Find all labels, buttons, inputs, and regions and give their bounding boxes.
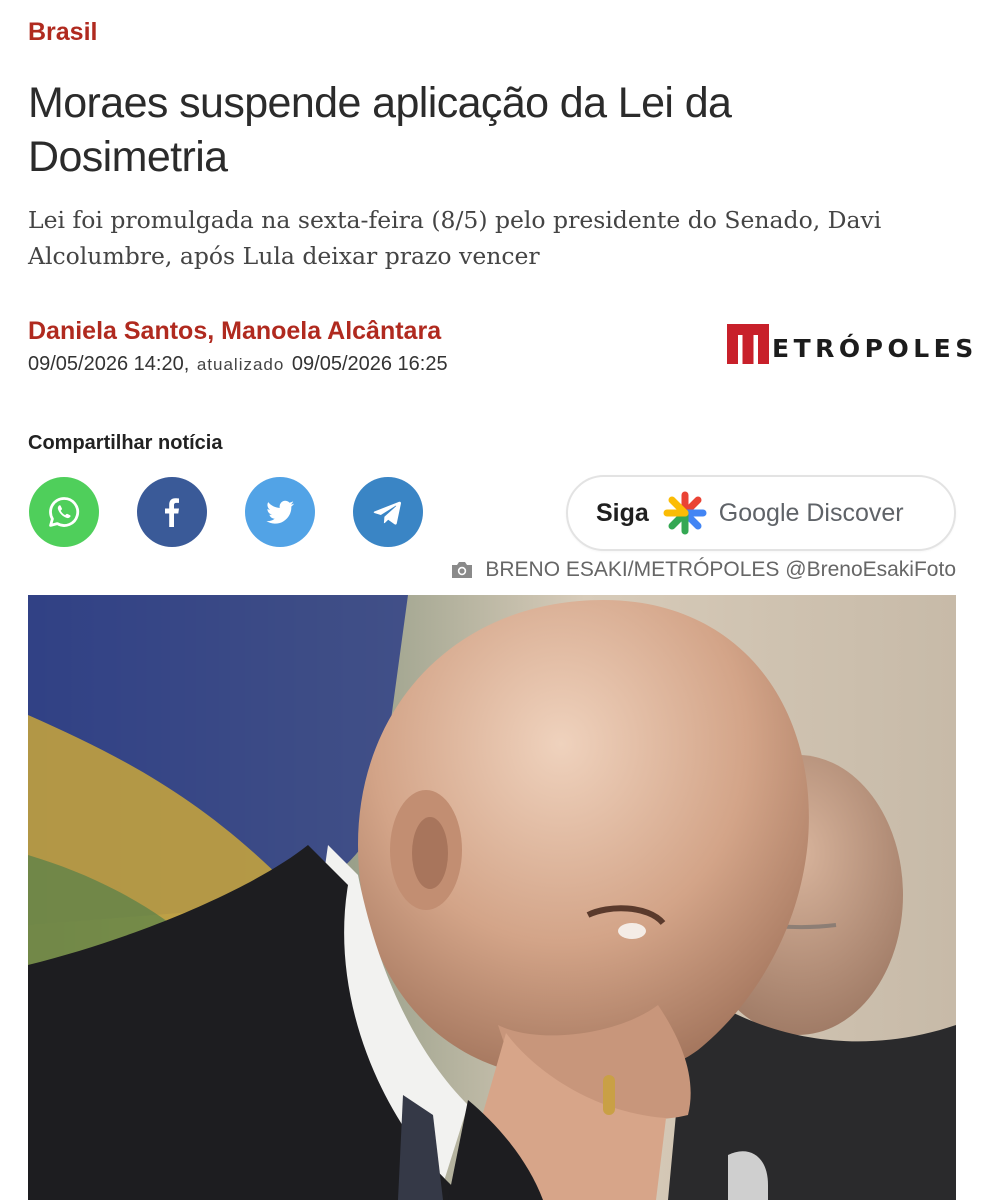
discover-service-label: Google Discover (718, 498, 904, 527)
google-discover-button[interactable]: Siga Google Discover (566, 475, 956, 551)
article-dates: 09/05/2026 14:20, atualizado 09/05/2026 … (28, 353, 448, 376)
google-discover-icon (663, 491, 707, 535)
article-photo[interactable] (28, 595, 956, 1200)
camera-icon (452, 562, 473, 578)
article-headline: Moraes suspende aplicação da Lei da Dosi… (28, 79, 732, 181)
share-whatsapp-button[interactable] (29, 477, 99, 547)
section-link[interactable]: Brasil (28, 18, 97, 47)
article-photo-illustration (28, 595, 956, 1200)
twitter-icon (266, 500, 294, 524)
photo-credit-text: BRENO ESAKI/METRÓPOLES @BrenoEsakiFoto (485, 558, 956, 581)
discover-follow-label: Siga (596, 498, 649, 527)
share-twitter-button[interactable] (245, 477, 315, 547)
article-authors[interactable]: Daniela Santos, Manoela Alcântara (28, 317, 441, 346)
share-facebook-button[interactable] (137, 477, 207, 547)
updated-label: atualizado (196, 355, 285, 374)
published-date: 09/05/2026 14:20, (28, 353, 190, 375)
logo-m-mark: M (727, 324, 769, 364)
facebook-icon (165, 498, 179, 527)
share-telegram-button[interactable] (353, 477, 423, 547)
telegram-icon (373, 501, 401, 525)
whatsapp-icon (49, 497, 80, 527)
logo-wordmark: ETRÓPOLES (772, 334, 978, 363)
metropoles-logo[interactable]: M ETRÓPOLES (727, 322, 978, 364)
article-subtitle: Lei foi promulgada na sexta-feira (8/5) … (28, 206, 882, 270)
updated-date: 09/05/2026 16:25 (291, 353, 448, 375)
share-label: Compartilhar notícia (28, 432, 223, 454)
photo-credit: BRENO ESAKI/METRÓPOLES @BrenoEsakiFoto (450, 558, 956, 582)
